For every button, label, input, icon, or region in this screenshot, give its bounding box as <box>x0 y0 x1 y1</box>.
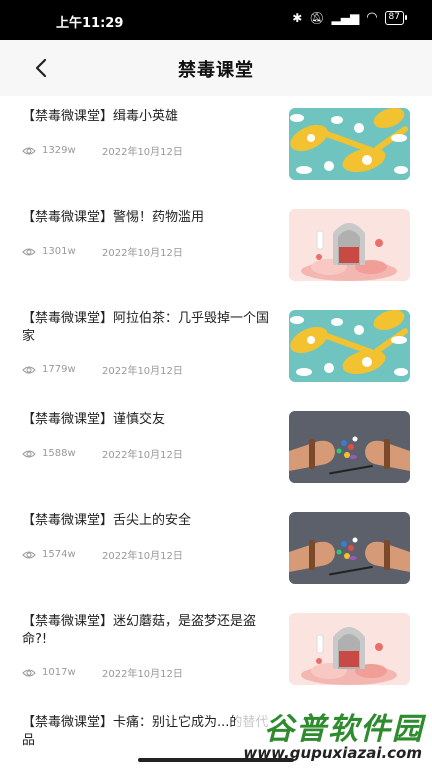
eye-icon <box>22 147 36 154</box>
article-meta: 1779w 2022年10月12日 <box>22 362 183 377</box>
article-thumbnail <box>289 209 410 281</box>
article-meta: 1301w 2022年10月12日 <box>22 244 183 259</box>
eye-icon <box>22 366 36 373</box>
article-title: 【禁毒微课堂】阿拉伯茶：几乎毁掉一个国家 <box>22 311 270 344</box>
publish-date: 2022年10月12日 <box>102 450 183 461</box>
article-title: 【禁毒微课堂】舌尖上的安全 <box>22 513 192 528</box>
publish-date: 2022年10月12日 <box>102 551 183 562</box>
watermark-title: 谷普软件园 <box>264 712 424 747</box>
article-meta: 1574w 2022年10月12日 <box>22 547 183 562</box>
eye-icon <box>22 450 36 457</box>
list-item[interactable]: 【禁毒微课堂】警惕！药物滥用 1301w 2022年10月12日 <box>0 197 432 298</box>
article-title: 【禁毒微课堂】缉毒小英雄 <box>22 109 179 124</box>
article-meta: 1588w 2022年10月12日 <box>22 446 183 461</box>
article-list: 【禁毒微课堂】缉毒小英雄 1329w 2022年10月12日 【禁毒微课堂】警惕… <box>0 96 432 762</box>
article-title: 【禁毒微课堂】警惕！药物滥用 <box>22 210 205 225</box>
article-thumbnail <box>289 613 410 685</box>
view-count: 1588w <box>42 448 76 459</box>
status-time: 上午11:29 <box>56 16 124 31</box>
pink-capsule-image <box>289 209 410 281</box>
handcuffed-hands-image <box>289 411 410 483</box>
publish-date: 2022年10月12日 <box>102 248 183 259</box>
pills-spoons-image <box>289 310 410 382</box>
list-item[interactable]: 【禁毒微课堂】阿拉伯茶：几乎毁掉一个国家 1779w 2022年10月12日 <box>0 298 432 399</box>
article-thumbnail <box>289 108 410 180</box>
bluetooth-icon: ✱ <box>292 10 303 25</box>
signal-icon: ▂▄▆ <box>331 10 360 25</box>
mute-icon: 🔕︎ <box>309 10 325 25</box>
wifi-icon: ◠ <box>366 10 378 25</box>
publish-date: 2022年10月12日 <box>102 147 183 158</box>
status-bar: 上午11:29 ✱ 🔕︎ ▂▄▆ ◠ 87 <box>0 0 432 40</box>
view-count: 1017w <box>42 667 76 678</box>
article-meta: 1329w 2022年10月12日 <box>22 143 183 158</box>
home-indicator[interactable] <box>138 758 294 762</box>
battery-icon: 87 <box>384 10 408 25</box>
view-count: 1329w <box>42 145 76 156</box>
view-count: 1301w <box>42 246 76 257</box>
handcuffed-hands-image <box>289 512 410 584</box>
article-thumbnail <box>289 310 410 382</box>
eye-icon <box>22 551 36 558</box>
view-count: 1574w <box>42 549 76 560</box>
list-item[interactable]: 【禁毒微课堂】舌尖上的安全 1574w 2022年10月12日 <box>0 500 432 601</box>
page-title: 禁毒课堂 <box>178 60 254 81</box>
article-title: 【禁毒微课堂】迷幻蘑菇，是盗梦还是盗命?! <box>22 614 257 647</box>
article-title: 【禁毒微课堂】谨慎交友 <box>22 412 166 427</box>
pink-capsule-image <box>289 613 410 685</box>
view-count: 1779w <box>42 364 76 375</box>
list-item[interactable]: 【禁毒微课堂】迷幻蘑菇，是盗梦还是盗命?! 1017w 2022年10月12日 <box>0 601 432 702</box>
article-thumbnail <box>289 411 410 483</box>
article-meta: 1017w 2022年10月12日 <box>22 665 183 680</box>
nav-bar: 禁毒课堂 <box>0 40 432 96</box>
article-thumbnail <box>289 512 410 584</box>
list-item[interactable]: 【禁毒微课堂】缉毒小英雄 1329w 2022年10月12日 <box>0 96 432 197</box>
publish-date: 2022年10月12日 <box>102 366 183 377</box>
status-icons: ✱ 🔕︎ ▂▄▆ ◠ 87 <box>292 10 408 25</box>
pills-spoons-image <box>289 108 410 180</box>
eye-icon <box>22 248 36 255</box>
publish-date: 2022年10月12日 <box>102 669 183 680</box>
list-item[interactable]: 【禁毒微课堂】谨慎交友 1588w 2022年10月12日 <box>0 399 432 500</box>
eye-icon <box>22 669 36 676</box>
